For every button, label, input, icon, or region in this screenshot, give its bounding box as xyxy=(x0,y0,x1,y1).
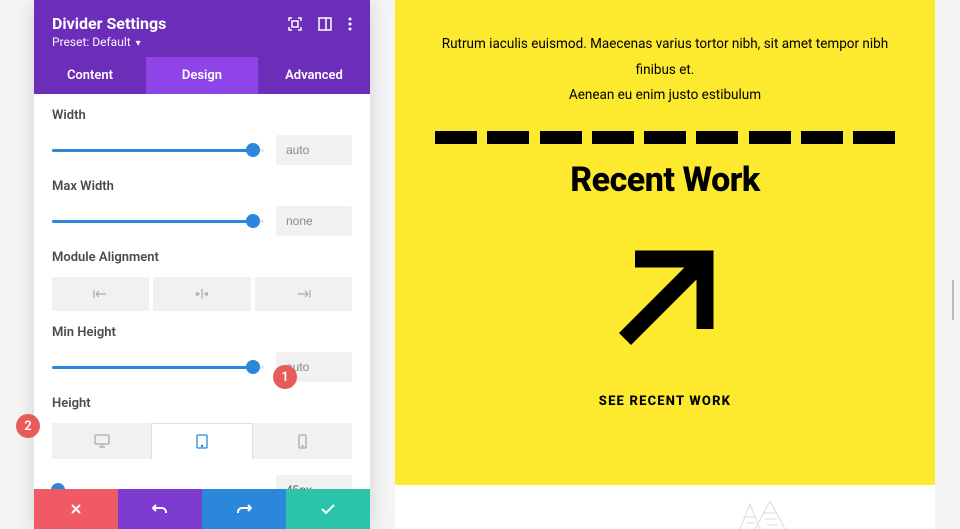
max-width-slider[interactable] xyxy=(52,220,264,223)
save-button[interactable] xyxy=(286,489,370,529)
panel-body: Width Max Width Module Alignment xyxy=(34,94,370,489)
height-slider[interactable] xyxy=(52,489,264,490)
more-icon[interactable] xyxy=(348,17,352,31)
preview-arrow-icon xyxy=(435,224,895,374)
control-width: Width xyxy=(52,94,352,165)
control-module-alignment: Module Alignment xyxy=(52,236,352,311)
preview-below xyxy=(395,485,935,529)
alignment-label: Module Alignment xyxy=(52,250,352,265)
device-tablet-tab[interactable] xyxy=(151,423,252,459)
device-phone-tab[interactable] xyxy=(253,423,352,459)
align-left-button[interactable] xyxy=(52,277,149,311)
tab-advanced[interactable]: Advanced xyxy=(258,57,370,94)
panel-footer xyxy=(34,489,370,529)
width-label: Width xyxy=(52,108,352,123)
chevron-down-icon: ▾ xyxy=(136,38,141,49)
cancel-button[interactable] xyxy=(34,489,118,529)
preview-text: Rutrum iaculis euismod. Maecenas varius … xyxy=(435,32,895,109)
panel-title: Divider Settings xyxy=(52,14,166,33)
max-width-label: Max Width xyxy=(52,179,352,194)
fullscreen-icon[interactable] xyxy=(288,17,302,31)
min-height-label: Min Height xyxy=(52,325,352,340)
undo-button[interactable] xyxy=(118,489,202,529)
resize-handle[interactable] xyxy=(952,280,958,320)
building-graphic xyxy=(735,499,795,529)
header-icons xyxy=(288,17,352,31)
preview-heading: Recent Work xyxy=(435,160,895,200)
align-right-button[interactable] xyxy=(255,277,352,311)
tab-content[interactable]: Content xyxy=(34,57,146,94)
width-input[interactable] xyxy=(276,135,352,165)
width-slider[interactable] xyxy=(52,149,264,152)
panel-header: Divider Settings Preset: Default ▾ xyxy=(34,0,370,57)
annotation-badge-1: 1 xyxy=(273,365,297,389)
preview-area: Rutrum iaculis euismod. Maecenas varius … xyxy=(395,0,935,485)
settings-panel: Divider Settings Preset: Default ▾ Conte… xyxy=(34,0,370,529)
redo-button[interactable] xyxy=(202,489,286,529)
min-height-slider[interactable] xyxy=(52,366,264,369)
control-height: Height xyxy=(52,382,352,489)
height-input[interactable] xyxy=(276,475,352,489)
annotation-badge-2: 2 xyxy=(16,414,40,438)
max-width-input[interactable] xyxy=(276,206,352,236)
align-center-button[interactable] xyxy=(153,277,250,311)
preset-selector[interactable]: Preset: Default ▾ xyxy=(52,35,352,49)
tab-design[interactable]: Design xyxy=(146,57,258,94)
control-max-width: Max Width xyxy=(52,165,352,236)
preview-link[interactable]: SEE RECENT WORK xyxy=(435,394,895,409)
dock-icon[interactable] xyxy=(318,17,332,31)
device-desktop-tab[interactable] xyxy=(52,423,151,459)
height-label: Height xyxy=(52,396,352,411)
panel-tabs: Content Design Advanced xyxy=(34,57,370,94)
preview-divider xyxy=(435,131,895,144)
control-min-height: Min Height xyxy=(52,311,352,382)
